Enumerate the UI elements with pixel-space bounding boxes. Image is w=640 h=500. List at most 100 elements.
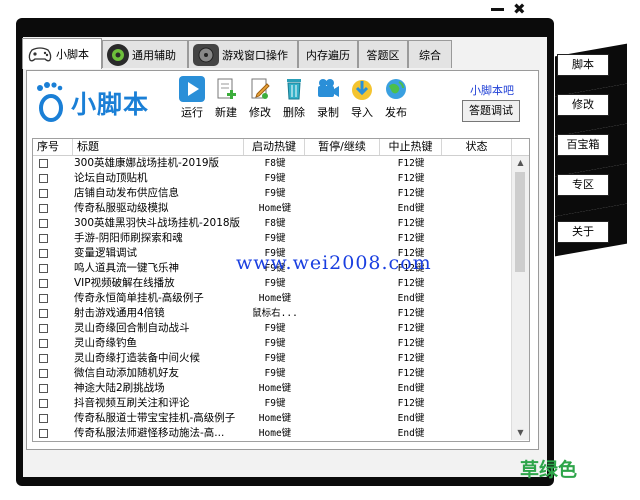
- tool-label: 导入: [351, 106, 373, 119]
- table-row[interactable]: VIP视频破解在线播放 F9键 F12键: [33, 276, 513, 291]
- row-checkbox[interactable]: [39, 399, 48, 408]
- publish-button[interactable]: 发布: [378, 76, 414, 122]
- table-row[interactable]: 传奇私服驱动级模拟 Home键 End键: [33, 201, 513, 216]
- site-link[interactable]: 小脚本吧: [470, 82, 514, 98]
- table-row[interactable]: 300英雄康娜战场挂机-2019版 F8键 F12键: [33, 156, 513, 171]
- row-start-hotkey: F9键: [264, 188, 286, 199]
- row-checkbox[interactable]: [39, 189, 48, 198]
- column-header-status[interactable]: 状态: [442, 139, 512, 155]
- row-checkbox[interactable]: [39, 384, 48, 393]
- row-pause-hotkey: [305, 426, 380, 441]
- row-pause-hotkey: [305, 321, 380, 336]
- row-start-hotkey: F8键: [264, 218, 286, 229]
- row-checkbox[interactable]: [39, 414, 48, 423]
- table-row[interactable]: 灵山奇缘回合制自动战斗 F9键 F12键: [33, 321, 513, 336]
- edit-button[interactable]: 修改: [242, 76, 278, 122]
- minimize-button[interactable]: [490, 3, 506, 15]
- row-title: 手游-阴阳师刷探索和魂: [74, 232, 183, 244]
- table-row[interactable]: 神途大陆2刷挑战场 Home键 End键: [33, 381, 513, 396]
- table-row[interactable]: 传奇永恒简单挂机-高级例子 Home键 End键: [33, 291, 513, 306]
- tab-script[interactable]: 小脚本: [22, 38, 102, 69]
- side-button-zone[interactable]: 专区: [557, 174, 609, 196]
- row-pause-hotkey: [305, 231, 380, 246]
- import-button[interactable]: 导入: [344, 76, 380, 122]
- tab-game-window[interactable]: 游戏窗口操作: [188, 40, 298, 68]
- table-row[interactable]: 灵山奇缘打造装备中间火候 F9键 F12键: [33, 351, 513, 366]
- row-status: [442, 366, 512, 381]
- row-status: [442, 291, 512, 306]
- row-status: [442, 201, 512, 216]
- row-checkbox[interactable]: [39, 354, 48, 363]
- row-stop-hotkey: End键: [397, 428, 425, 439]
- row-checkbox[interactable]: [39, 294, 48, 303]
- table-row[interactable]: 抖音视频互刷关注和评论 F9键 F12键: [33, 396, 513, 411]
- row-checkbox[interactable]: [39, 339, 48, 348]
- tab-answer[interactable]: 答题区: [358, 40, 408, 68]
- column-header-title[interactable]: 标题: [73, 139, 244, 155]
- vertical-scrollbar[interactable]: ▲ ▼: [511, 156, 529, 440]
- row-stop-hotkey: F12键: [397, 398, 425, 409]
- row-status: [442, 396, 512, 411]
- run-button[interactable]: 运行: [174, 76, 210, 122]
- row-title: 传奇私服法师避怪移动施法-高...: [74, 427, 225, 439]
- side-button-about[interactable]: 关于: [557, 221, 609, 243]
- row-checkbox[interactable]: [39, 279, 48, 288]
- table-row[interactable]: 传奇私服道士带宝宝挂机-高级例子 Home键 End键: [33, 411, 513, 426]
- table-row[interactable]: 传奇私服法师避怪移动施法-高... Home键 End键: [33, 426, 513, 441]
- side-button-edit[interactable]: 修改: [557, 94, 609, 116]
- row-checkbox[interactable]: [39, 309, 48, 318]
- column-header-stop-hotkey[interactable]: 中止热键: [380, 139, 442, 155]
- row-checkbox[interactable]: [39, 429, 48, 438]
- row-checkbox[interactable]: [39, 324, 48, 333]
- row-checkbox[interactable]: [39, 249, 48, 258]
- row-status: [442, 216, 512, 231]
- row-checkbox[interactable]: [39, 174, 48, 183]
- row-start-hotkey: Home键: [258, 383, 292, 394]
- row-checkbox[interactable]: [39, 369, 48, 378]
- row-start-hotkey: Home键: [258, 413, 292, 424]
- row-checkbox[interactable]: [39, 219, 48, 228]
- table-row[interactable]: 射击游戏通用4倍镜 鼠标右... F12键: [33, 306, 513, 321]
- row-title: 300英雄黑羽快斗战场挂机-2018版: [74, 217, 241, 229]
- tab-memory[interactable]: 内存遍历: [298, 40, 358, 68]
- scroll-down-arrow-icon[interactable]: ▼: [512, 426, 529, 440]
- tab-general-assist[interactable]: 通用辅助: [102, 40, 188, 68]
- column-header-index[interactable]: 序号: [33, 139, 73, 155]
- row-stop-hotkey: F12键: [397, 173, 425, 184]
- row-checkbox[interactable]: [39, 264, 48, 273]
- side-button-toolbox[interactable]: 百宝箱: [557, 134, 609, 156]
- new-button[interactable]: 新建: [208, 76, 244, 122]
- row-checkbox[interactable]: [39, 204, 48, 213]
- scroll-up-arrow-icon[interactable]: ▲: [512, 156, 529, 170]
- close-button[interactable]: ✖: [513, 1, 533, 17]
- script-table: 序号 标题 启动热键 暂停/继续 中止热键 状态 300英雄康娜战场挂机-201…: [32, 138, 530, 442]
- record-button[interactable]: 录制: [310, 76, 346, 122]
- new-doc-icon: [213, 76, 239, 102]
- table-row[interactable]: 300英雄黑羽快斗战场挂机-2018版 F8键 F12键: [33, 216, 513, 231]
- delete-button[interactable]: 删除: [276, 76, 312, 122]
- table-row[interactable]: 灵山奇缘钓鱼 F9键 F12键: [33, 336, 513, 351]
- scrollbar-thumb[interactable]: [515, 172, 525, 272]
- trash-icon: [281, 76, 307, 102]
- row-checkbox[interactable]: [39, 234, 48, 243]
- column-header-pause[interactable]: 暂停/继续: [305, 139, 380, 155]
- row-checkbox[interactable]: [39, 159, 48, 168]
- row-pause-hotkey: [305, 396, 380, 411]
- table-row[interactable]: 手游-阴阳师刷探索和魂 F9键 F12键: [33, 231, 513, 246]
- tab-misc[interactable]: 综合: [408, 40, 452, 68]
- table-body: 300英雄康娜战场挂机-2019版 F8键 F12键 论坛自动顶贴机 F9键 F12键 店铺…: [33, 156, 513, 441]
- side-button-script[interactable]: 脚本: [557, 54, 609, 76]
- row-start-hotkey: F9键: [264, 338, 286, 349]
- row-stop-hotkey: End键: [397, 293, 425, 304]
- logo-text: 小脚本: [71, 90, 150, 119]
- table-row[interactable]: 微信自动添加随机好友 F9键 F12键: [33, 366, 513, 381]
- row-pause-hotkey: [305, 351, 380, 366]
- table-row[interactable]: 论坛自动顶贴机 F9键 F12键: [33, 171, 513, 186]
- row-title: 灵山奇缘打造装备中间火候: [74, 352, 200, 364]
- table-row[interactable]: 店铺自动发布供应信息 F9键 F12键: [33, 186, 513, 201]
- row-pause-hotkey: [305, 201, 380, 216]
- column-header-start-hotkey[interactable]: 启动热键: [244, 139, 305, 155]
- answer-debug-button[interactable]: 答题调试: [462, 100, 520, 122]
- row-pause-hotkey: [305, 411, 380, 426]
- row-stop-hotkey: End键: [397, 383, 425, 394]
